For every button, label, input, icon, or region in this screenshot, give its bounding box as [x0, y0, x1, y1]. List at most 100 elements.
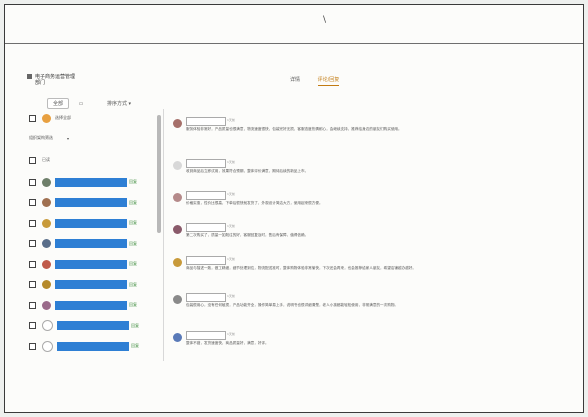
commenter-name-redacted[interactable] [186, 223, 226, 232]
commenter-avatar[interactable] [173, 161, 182, 170]
member-row[interactable]: 回复 [29, 320, 139, 331]
group-filter-label: 组织架构筛选 [29, 135, 53, 140]
top-divider [5, 43, 583, 44]
member-row[interactable]: 回复 [29, 239, 137, 249]
commenter-name-redacted[interactable] [186, 293, 226, 302]
member-avatar [42, 218, 51, 228]
screenshot-frame: \ 电子商务运营管理 部门 详情 评论/回复 全部 ▭ 排序方式 ▾ 选择全部 … [4, 4, 584, 413]
member-avatar [42, 340, 53, 352]
member-checkbox[interactable] [29, 342, 36, 350]
member-name-redacted [55, 300, 127, 310]
mouse-cursor: \ [323, 15, 327, 25]
member-row[interactable]: 回复 [29, 218, 137, 228]
app-icon [27, 74, 32, 79]
tab-bar: 详情 评论/回复 [290, 76, 355, 86]
member-checkbox[interactable] [29, 260, 36, 268]
member-row[interactable]: 回复 [29, 259, 137, 269]
member-row[interactable]: 回复 [29, 300, 137, 310]
read-filter-row[interactable]: 已读 [29, 155, 50, 165]
commenter-avatar[interactable] [173, 119, 182, 128]
member-avatar [42, 259, 51, 269]
commenter-avatar[interactable] [173, 258, 182, 267]
commenter-name-redacted[interactable] [186, 159, 226, 168]
chevron-down-icon: ▾ [67, 135, 70, 141]
member-checkbox[interactable] [29, 178, 36, 186]
sort-select-value: 排序方式 [106, 101, 127, 107]
comment-text: 服务体验非常好，产品质量也很满意，物流速度很快，包装完好无损，客服态度热情耐心，… [186, 127, 402, 131]
member-tag: 回复 [129, 179, 137, 184]
app-title: 电子商务运营管理 部门 [27, 74, 75, 86]
group-filter-row[interactable]: 组织架构筛选 ▾ [29, 133, 69, 143]
comment-timestamp: 1天前 [227, 192, 235, 196]
member-avatar [42, 320, 53, 331]
member-tag: 回复 [129, 261, 137, 266]
comment-text: 商品与描述一致，做工精细，细节处理到位，物流配送准时，整体购物体验非常愉快，下次… [186, 266, 416, 270]
member-checkbox[interactable] [29, 322, 36, 329]
commenter-name-redacted[interactable] [186, 191, 226, 200]
commenter-avatar[interactable] [173, 333, 182, 342]
member-name-redacted [55, 280, 127, 289]
comment-text: 收到商品后立即试用，效果符合预期，整体评价满意，期待后续的新品上市。 [186, 169, 309, 173]
tab-details[interactable]: 详情 [290, 77, 300, 83]
comment-timestamp: 1天前 [227, 294, 235, 298]
member-checkbox[interactable] [29, 240, 36, 247]
comment-timestamp: 1天前 [227, 118, 235, 122]
commenter-avatar[interactable] [173, 193, 182, 202]
member-tag: 回复 [129, 281, 137, 287]
member-row[interactable]: 回复 [29, 177, 137, 187]
select-all-label: 选择全部 [55, 115, 71, 120]
member-checkbox[interactable] [29, 301, 36, 309]
commenter-name-redacted[interactable] [186, 256, 226, 265]
select-all-row[interactable]: 选择全部 [29, 113, 71, 123]
member-name-redacted [57, 341, 129, 351]
comment-timestamp: 1天前 [227, 224, 235, 228]
member-name-redacted [55, 218, 127, 228]
member-row[interactable]: 回复 [29, 198, 137, 208]
tab-comments[interactable]: 评论/回复 [317, 77, 340, 86]
comment-text: 第二次购买了，质量一如既往的好，客服回复及时，售后有保障，值得信赖。 [186, 233, 309, 237]
group-avatar [42, 113, 51, 123]
member-checkbox[interactable] [29, 281, 36, 288]
comment-timestamp: 1天前 [227, 332, 235, 336]
member-avatar [42, 198, 51, 207]
sort-select[interactable]: 排序方式 ▾ [107, 100, 131, 107]
member-tag: 回复 [129, 199, 137, 205]
toolbar: 全部 ▭ 排序方式 ▾ [47, 98, 131, 109]
chevron-down-icon: ▾ [128, 101, 132, 107]
member-row[interactable]: 回复 [29, 340, 139, 352]
select-all-checkbox[interactable] [29, 114, 36, 122]
member-avatar [42, 280, 51, 289]
member-name-redacted [57, 321, 129, 330]
member-avatar [42, 177, 51, 187]
read-label: 已读 [42, 157, 50, 162]
member-name-redacted [55, 239, 127, 248]
member-checkbox[interactable] [29, 219, 36, 227]
member-name-redacted [55, 198, 127, 207]
sidebar-scrollbar[interactable] [157, 115, 161, 233]
member-avatar [42, 300, 51, 310]
save-icon[interactable]: ▭ [79, 101, 84, 107]
filter-button[interactable]: 全部 [47, 98, 70, 109]
comment-text: 整体不错，发货速度快，商品质量好，满意，好评。 [186, 341, 269, 345]
member-sidebar: 选择全部 组织架构筛选 ▾ 已读 回复 回复 回复 回复 回复 回复 回复 回复 回复 [23, 109, 164, 361]
read-checkbox[interactable] [29, 156, 36, 164]
member-tag: 回复 [129, 302, 137, 307]
member-tag: 回复 [129, 220, 137, 225]
commenter-name-redacted[interactable] [186, 331, 226, 340]
member-name-redacted [55, 177, 127, 187]
comment-timestamp: 1天前 [227, 160, 235, 164]
member-name-redacted [55, 259, 127, 269]
comment-timestamp: 1天前 [227, 257, 235, 261]
comment-text: 包装很用心，没有任何破损，产品功能齐全，操作简单易上手，说明书也很详细清楚，老人… [186, 303, 399, 307]
commenter-avatar[interactable] [173, 225, 182, 234]
member-avatar [42, 239, 51, 248]
member-tag: 回复 [131, 322, 139, 328]
member-row[interactable]: 回复 [29, 280, 137, 290]
member-checkbox[interactable] [29, 199, 36, 206]
member-tag: 回复 [131, 343, 139, 348]
member-tag: 回复 [129, 240, 137, 246]
commenter-name-redacted[interactable] [186, 117, 226, 126]
commenter-avatar[interactable] [173, 295, 182, 304]
comment-text: 价格实惠，性价比很高，下单后很快就发货了，外观设计简洁大方，使用起来很方便。 [186, 201, 323, 205]
app-title-line2: 部门 [35, 80, 46, 86]
